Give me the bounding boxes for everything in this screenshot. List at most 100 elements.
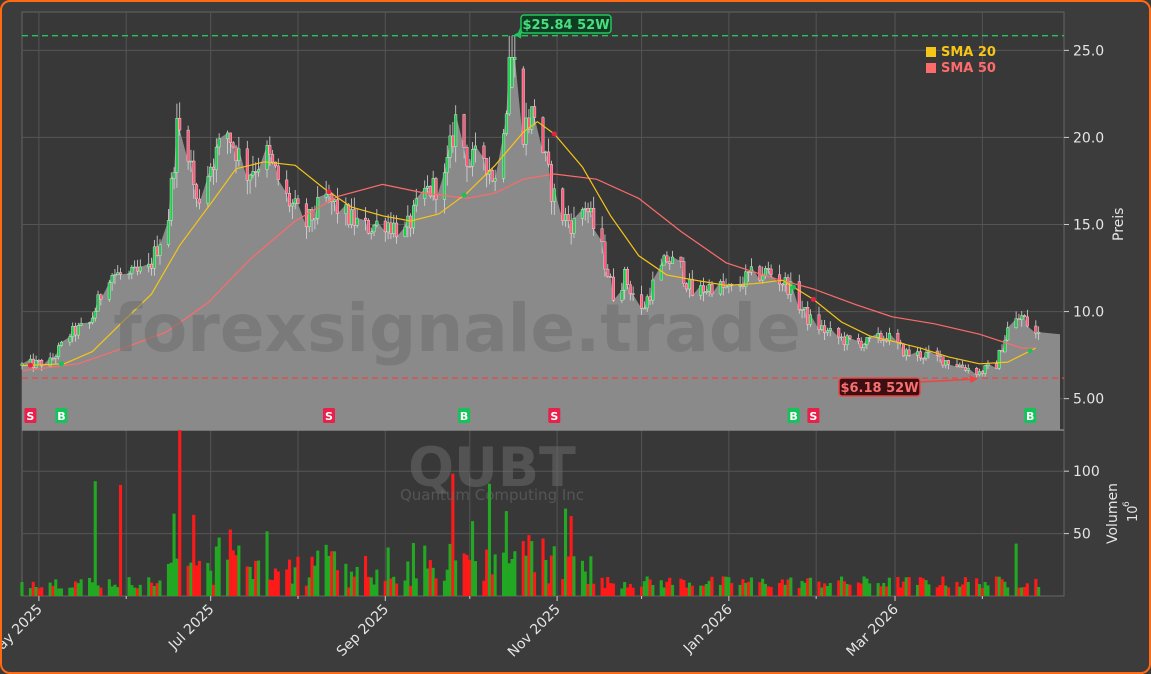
candle-body — [468, 165, 472, 168]
candle-body — [837, 328, 841, 338]
volume-bar — [806, 578, 810, 596]
candle-body — [254, 171, 258, 173]
candle-body — [364, 217, 368, 221]
candle-body — [293, 198, 297, 204]
chart-frame: $25.84 52W $6.18 52W SBSBSBSB forexsignal… — [0, 0, 1151, 674]
volume-bar — [1017, 587, 1021, 596]
volume-bar — [431, 567, 435, 596]
candle-body — [228, 132, 232, 143]
price-axis-label: Preis — [1111, 208, 1127, 241]
volume-bar — [600, 577, 604, 596]
volume-bar — [710, 576, 714, 596]
volume-bar — [572, 556, 576, 596]
volume-bar — [434, 578, 438, 596]
candle-body — [600, 228, 604, 242]
volume-bar — [840, 576, 844, 596]
volume-bar — [107, 579, 111, 596]
volume-bar — [88, 577, 92, 596]
volume-bar — [620, 588, 624, 596]
volume-bar — [265, 531, 269, 596]
volume-bar — [983, 582, 987, 596]
signal-label: B — [789, 410, 797, 423]
price-tick-label: 15.0 — [1073, 217, 1104, 233]
volume-bar — [304, 585, 308, 596]
candle-body — [473, 145, 477, 150]
candle-body — [865, 337, 869, 345]
candle-body — [431, 178, 435, 197]
candle-body — [271, 154, 275, 163]
volume-bar — [426, 568, 430, 596]
volume-bar — [28, 588, 32, 596]
candle-body — [333, 199, 337, 203]
volume-bar — [454, 560, 458, 596]
volume-bar — [547, 583, 551, 596]
volume-bar — [76, 583, 80, 596]
volume-tick-label: 100 — [1073, 464, 1100, 480]
price-tick-label: 5.00 — [1073, 392, 1104, 408]
volume-bar — [766, 586, 770, 596]
volume-bar — [651, 585, 655, 596]
volume-bar — [994, 576, 998, 596]
candle-body — [116, 272, 120, 275]
legend-label: SMA 20 — [941, 45, 996, 60]
volume-bar — [296, 556, 300, 596]
candle-body — [248, 174, 252, 181]
volume-bar — [490, 574, 494, 596]
volume-bar — [868, 583, 872, 596]
candle-body — [465, 146, 469, 167]
candle-body — [406, 215, 410, 228]
signal-label: B — [1026, 410, 1034, 423]
volume-bar — [1000, 579, 1004, 596]
candle-body — [662, 255, 666, 266]
volume-bar — [133, 587, 137, 596]
volume-bar — [375, 569, 379, 596]
volume-bar — [665, 581, 669, 596]
volume-bar — [307, 577, 311, 596]
volume-bar — [372, 584, 376, 596]
candle-body — [580, 209, 584, 219]
candle-body — [214, 146, 218, 170]
volume-bar — [527, 535, 531, 596]
volume-bar — [197, 560, 201, 596]
candle-body — [169, 178, 173, 221]
volume-bar — [513, 551, 517, 596]
candle-body — [586, 208, 590, 213]
candle-body — [941, 356, 945, 366]
price-tick-label: 20.0 — [1073, 130, 1104, 146]
candle-body — [290, 203, 294, 207]
legend-label: SMA 50 — [941, 61, 996, 76]
candle-body — [800, 309, 804, 311]
volume-bar — [333, 551, 337, 596]
volume-bar — [276, 571, 280, 596]
candle-body — [606, 268, 610, 277]
volume-bar — [237, 545, 241, 596]
volume-bar — [552, 546, 556, 596]
price-volume-chart: $25.84 52W$6.18 52W SBSBSBSB forexsignal… — [2, 11, 1141, 662]
volume-bar — [392, 576, 396, 596]
volume-bar — [966, 582, 970, 596]
candle-body — [856, 338, 860, 342]
candle-body — [975, 368, 979, 375]
candle-body — [147, 263, 151, 268]
high-52w-label: $25.84 52W — [522, 18, 609, 33]
volume-bar — [130, 585, 134, 596]
volume-bar — [786, 579, 790, 596]
date-tick-label: Nov 2025 — [505, 602, 564, 661]
volume-bar — [138, 584, 142, 596]
crossover-marker — [461, 192, 467, 198]
candle-body — [845, 335, 849, 345]
candle-body — [245, 148, 249, 181]
candle-body — [549, 164, 553, 202]
volume-bar — [482, 580, 486, 596]
volume-bar — [1014, 543, 1018, 596]
volume-bar — [609, 583, 613, 596]
candle-body — [504, 113, 508, 135]
volume-bar — [817, 581, 821, 596]
volume-bar — [465, 555, 469, 596]
volume-bar — [927, 584, 931, 596]
volume-bar — [625, 587, 629, 596]
volume-bar — [882, 583, 886, 596]
candle-body — [1034, 325, 1038, 334]
volume-bar — [761, 578, 765, 596]
candle-body — [403, 226, 407, 237]
